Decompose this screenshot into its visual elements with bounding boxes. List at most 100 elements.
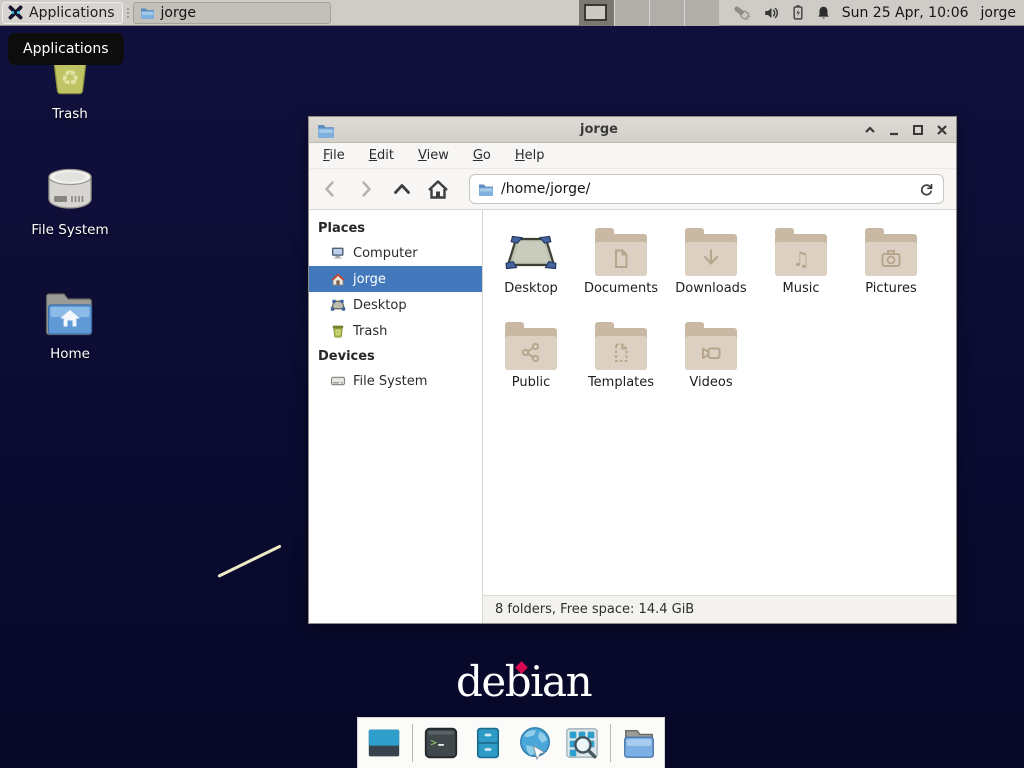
pictures-glyph (879, 247, 903, 271)
workspace-4[interactable] (684, 0, 719, 26)
menu-edit[interactable]: Edit (369, 148, 394, 163)
back-button[interactable] (319, 178, 341, 200)
statusbar-text: 8 folders, Free space: 14.4 GiB (495, 602, 694, 617)
file-item-music[interactable]: ♫ Music (756, 224, 846, 304)
battery-charging-icon[interactable] (790, 3, 806, 22)
trash-icon (330, 323, 346, 339)
close-button[interactable] (935, 123, 948, 136)
forward-button[interactable] (355, 178, 377, 200)
workspace-2[interactable] (614, 0, 649, 26)
sidebar-item-computer[interactable]: Computer (309, 240, 482, 266)
file-item-desktop[interactable]: Desktop (486, 224, 576, 304)
window-folder-icon (140, 6, 155, 19)
application-finder-launcher[interactable] (563, 724, 601, 762)
window-titlebar[interactable]: jorge (309, 117, 956, 143)
panel-clock[interactable]: Sun 25 Apr, 10:06 (842, 5, 969, 21)
desktop-icon-label: Home (50, 346, 90, 362)
top-panel: Applications jorge (0, 0, 1024, 26)
shade-button[interactable] (863, 123, 876, 136)
file-label: Public (512, 375, 550, 390)
panel-username[interactable]: jorge (981, 5, 1016, 21)
applications-menu-icon (7, 4, 24, 21)
notifications-bell-icon[interactable] (815, 4, 832, 22)
panel-separator-handle (125, 8, 131, 18)
sidebar-header-places: Places (309, 216, 482, 240)
file-item-public[interactable]: Public (486, 318, 576, 398)
web-browser-globe-icon (516, 724, 554, 762)
minimize-button[interactable] (887, 123, 900, 136)
debian-wallpaper-logo: debian (456, 660, 576, 704)
up-button[interactable] (391, 178, 413, 200)
menubar: File Edit View Go Help (309, 143, 956, 169)
sidebar-item-trash[interactable]: Trash (309, 318, 482, 344)
computer-icon (330, 245, 346, 261)
file-manager-launcher[interactable] (469, 724, 507, 762)
applications-tooltip: Applications (8, 33, 124, 65)
show-desktop-button[interactable] (365, 724, 403, 762)
workspace-3[interactable] (649, 0, 684, 26)
hard-drive-icon (42, 164, 98, 218)
location-bar[interactable]: /home/jorge/ (469, 174, 944, 204)
downloads-glyph (699, 247, 723, 271)
file-label: Documents (584, 281, 658, 296)
file-label: Desktop (504, 281, 558, 296)
file-item-videos[interactable]: Videos (666, 318, 756, 398)
statusbar: 8 folders, Free space: 14.4 GiB (483, 595, 956, 623)
reload-icon[interactable] (918, 181, 935, 198)
drive-icon (330, 373, 346, 389)
system-tray (731, 3, 832, 23)
workspace-window-preview (584, 4, 607, 21)
svg-text:♻: ♻ (61, 66, 80, 90)
desktop-icon-home[interactable]: Home (14, 288, 126, 362)
file-label: Videos (689, 375, 732, 390)
file-label: Templates (588, 375, 654, 390)
file-item-templates[interactable]: Templates (576, 318, 666, 398)
documents-glyph (609, 247, 633, 271)
file-label: Music (783, 281, 820, 296)
file-manager-window: jorge File Edit View Go Help (308, 116, 957, 624)
sidebar-item-label: File System (353, 374, 427, 389)
sidebar-item-label: Trash (353, 324, 387, 339)
videos-glyph (699, 341, 723, 365)
desktop-icon-label: File System (31, 222, 108, 238)
home-button[interactable] (427, 178, 449, 200)
file-grid: Desktop Documents (483, 210, 956, 595)
menu-go[interactable]: Go (473, 148, 491, 163)
toolbar: /home/jorge/ (309, 169, 956, 210)
taskbar-window-button[interactable]: jorge (133, 2, 331, 24)
sidebar: Places Computer jorge (309, 210, 483, 623)
menu-view[interactable]: View (418, 148, 449, 163)
workspace-switcher[interactable] (579, 0, 719, 26)
volume-icon[interactable] (762, 4, 781, 22)
location-path[interactable]: /home/jorge/ (501, 181, 911, 197)
sidebar-item-jorge[interactable]: jorge (309, 266, 482, 292)
file-item-pictures[interactable]: Pictures (846, 224, 936, 304)
workspace-1[interactable] (579, 0, 614, 26)
web-browser-launcher[interactable] (516, 724, 554, 762)
svg-text:>: > (430, 737, 436, 749)
file-item-downloads[interactable]: Downloads (666, 224, 756, 304)
sidebar-item-label: Computer (353, 246, 418, 261)
home-folder-icon (41, 288, 99, 342)
directory-menu-launcher[interactable] (620, 724, 658, 762)
desktop-icon-file-system[interactable]: File System (14, 164, 126, 238)
menu-file[interactable]: File (323, 148, 345, 163)
sidebar-header-devices: Devices (309, 344, 482, 368)
dock-separator (610, 724, 611, 762)
window-title: jorge (335, 122, 863, 137)
network-plug-icon[interactable] (731, 3, 753, 23)
desktop-icon (330, 297, 346, 313)
terminal-launcher[interactable]: > (422, 724, 460, 762)
show-desktop-icon (366, 726, 402, 760)
wallpaper-line-artifact (217, 544, 281, 577)
sidebar-item-file-system[interactable]: File System (309, 368, 482, 394)
file-item-documents[interactable]: Documents (576, 224, 666, 304)
menu-help[interactable]: Help (515, 148, 545, 163)
applications-menu-button[interactable]: Applications (2, 2, 123, 24)
sidebar-item-desktop[interactable]: Desktop (309, 292, 482, 318)
terminal-icon: > (422, 724, 460, 762)
sidebar-item-label: Desktop (353, 298, 407, 313)
music-glyph: ♫ (789, 247, 813, 271)
sidebar-item-label: jorge (353, 272, 386, 287)
maximize-button[interactable] (911, 123, 924, 136)
